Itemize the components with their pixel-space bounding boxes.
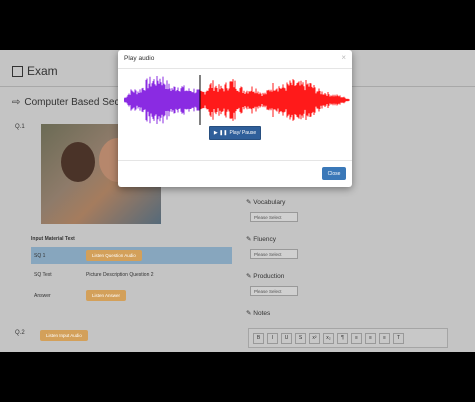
table-row: Answer Listen Answer — [31, 287, 232, 304]
row-text: Picture Description Question 2 — [86, 271, 154, 278]
picture-person-1 — [61, 142, 95, 182]
underline-button[interactable]: U — [281, 332, 292, 344]
audio-waveform[interactable] — [124, 75, 350, 125]
page-title: Exam — [27, 64, 58, 78]
subscript-button[interactable]: x₂ — [323, 332, 334, 344]
align-button[interactable]: ≡ — [379, 332, 390, 344]
section-title: Computer Based Sect — [24, 97, 123, 108]
play-audio-modal: Play audio × ▶ ❚❚ Play/ Pause Close — [118, 50, 352, 187]
screen: Exam ⇨ Computer Based Sect Q.1 Input Mat… — [0, 50, 475, 352]
play-pause-button[interactable]: ▶ ❚❚ Play/ Pause — [209, 126, 261, 140]
bold-button[interactable]: B — [253, 332, 264, 344]
listen-question-audio-button[interactable]: Listen Question Audio — [86, 250, 142, 261]
fluency-label: ✎ Fluency — [246, 236, 277, 243]
font-size-button[interactable]: T — [393, 332, 404, 344]
vocabulary-select[interactable]: Please Select — [250, 212, 298, 222]
table-row: SQ 1 Listen Question Audio — [31, 247, 232, 264]
table-row: SQ Text Picture Description Question 2 — [31, 266, 232, 283]
row-label: SQ Text — [34, 271, 52, 278]
question-number-1: Q.1 — [15, 124, 25, 130]
modal-footer-divider — [118, 160, 352, 161]
section-heading: ⇨ Computer Based Sect — [12, 97, 122, 108]
close-button[interactable]: Close — [322, 167, 346, 180]
ordered-list-button[interactable]: ≡ — [351, 332, 362, 344]
page-header: Exam — [12, 64, 58, 78]
unordered-list-button[interactable]: ≡ — [365, 332, 376, 344]
notes-text: Notes — [253, 310, 271, 317]
paragraph-button[interactable]: ¶ — [337, 332, 348, 344]
production-select[interactable]: Please Select — [250, 286, 298, 296]
listen-answer-button[interactable]: Listen Answer — [86, 290, 127, 301]
modal-title: Play audio — [124, 55, 155, 62]
play-pause-label: Play/ Pause — [229, 130, 257, 136]
fluency-text: Fluency — [253, 236, 277, 243]
vocabulary-text: Vocabulary — [253, 199, 286, 206]
row-label: SQ 1 — [34, 252, 46, 259]
production-text: Production — [253, 273, 285, 280]
notes-label: ✎ Notes — [246, 310, 271, 317]
list-icon — [12, 65, 23, 77]
vocabulary-label: ✎ Vocabulary — [246, 199, 286, 206]
sign-in-icon: ⇨ — [12, 97, 21, 108]
fluency-select[interactable]: Please Select — [250, 249, 298, 259]
input-material-label: Input Material Text — [31, 236, 75, 242]
question-number-2: Q.2 — [15, 330, 25, 336]
close-icon[interactable]: × — [341, 53, 346, 62]
listen-input-audio-button[interactable]: Listen Input Audio — [40, 330, 88, 341]
row-label: Answer — [34, 292, 51, 299]
editor-toolbar: B I U S x² x₂ ¶ ≡ ≡ ≡ T — [248, 328, 448, 348]
strikethrough-button[interactable]: S — [295, 332, 306, 344]
production-label: ✎ Production — [246, 273, 285, 280]
superscript-button[interactable]: x² — [309, 332, 320, 344]
modal-header: Play audio × — [118, 50, 352, 69]
italic-button[interactable]: I — [267, 332, 278, 344]
play-pause-icon: ▶ ❚❚ — [213, 130, 228, 136]
